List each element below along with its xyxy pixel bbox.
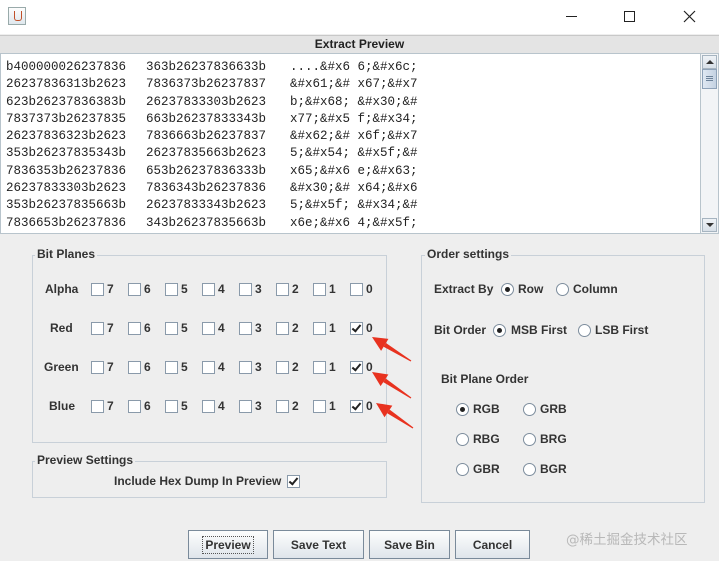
red-arrow-shaft (383, 342, 412, 362)
red-arrow-shaft (383, 378, 412, 399)
annotation-arrows (372, 337, 414, 429)
red-arrow-shaft (387, 409, 414, 429)
watermark: @稀土掘金技术社区 (566, 532, 688, 548)
